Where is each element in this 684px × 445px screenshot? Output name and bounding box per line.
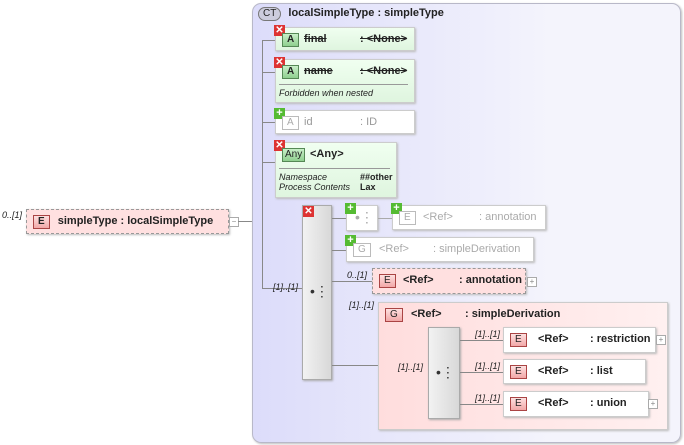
ghost-annotation[interactable]: + E <Ref> : annotation (391, 203, 546, 230)
any-attribute[interactable]: ✕ Any <Any> Namespace ##other Process Co… (274, 140, 397, 198)
group-icon: G (385, 308, 403, 322)
ref-name: <Ref> (423, 211, 453, 223)
root-element-simpleType[interactable]: E simpleType : localSimpleType (26, 209, 229, 234)
connector (332, 218, 346, 219)
element-icon: E (33, 215, 50, 229)
connector (332, 281, 372, 282)
annotation-occurrence: 0..[1] (347, 270, 368, 280)
expand-button[interactable]: + (656, 335, 666, 345)
attribute-type: : <None> (360, 65, 408, 77)
expand-button[interactable]: + (527, 277, 537, 287)
connector (378, 218, 392, 219)
collapse-button[interactable]: − (229, 217, 239, 227)
ref-type: : simpleDerivation (433, 243, 521, 255)
element-icon: E (379, 274, 396, 288)
root-type: : localSimpleType (120, 215, 214, 227)
complex-type-title: localSimpleType : simpleType (288, 7, 444, 19)
attribute-icon: A (282, 65, 300, 79)
ref-type: : list (590, 365, 613, 377)
expand-button[interactable]: + (648, 399, 658, 409)
connector (332, 365, 378, 366)
ref-name: <Ref> (538, 333, 569, 345)
child-occurrence: [1]..[1] (475, 329, 501, 339)
sequence-icon: •⋮ (310, 283, 329, 299)
attribute-name: final (304, 33, 327, 45)
any-icon: Any (282, 148, 306, 162)
connector (460, 404, 503, 405)
sequence-compositor[interactable]: ✕ •⋮ (302, 205, 332, 380)
ref-type: : restriction (590, 333, 651, 345)
ghost-simpleDerivation[interactable]: + G <Ref> : simpleDerivation (345, 235, 534, 262)
prop-value: Lax (360, 182, 376, 192)
complex-type-header: CT localSimpleType : simpleType (258, 7, 444, 21)
attribute-name-box[interactable]: ✕ A name : <None> Forbidden when nested (274, 57, 415, 103)
ghost-sequence[interactable]: + •⋮ (345, 203, 378, 231)
attribute-id[interactable]: + A id : ID (274, 108, 415, 134)
attribute-type: : <None> (360, 33, 408, 45)
choice-compositor[interactable]: •⋮ (428, 327, 460, 419)
tree-line (262, 40, 263, 288)
sequence-occurrence: [1]..[1] (273, 282, 299, 292)
child-occurrence: [1]..[1] (475, 393, 501, 403)
connector (460, 340, 503, 341)
divider (279, 84, 408, 85)
element-union[interactable]: E <Ref> : union (503, 391, 649, 417)
prop-label: Namespace (279, 172, 328, 182)
attribute-type: : ID (360, 116, 378, 128)
attribute-note: Forbidden when nested (279, 88, 374, 98)
child-occurrence: [1]..[1] (475, 361, 501, 371)
complex-type-icon: CT (258, 7, 282, 21)
connector (262, 40, 275, 41)
ref-name: <Ref> (411, 308, 442, 320)
element-icon: E (510, 333, 527, 347)
divider (279, 168, 390, 169)
attribute-icon: A (282, 33, 300, 47)
prohibited-icon: ✕ (303, 206, 314, 217)
connector (262, 122, 275, 123)
element-icon: E (510, 397, 527, 411)
sequence-icon: •⋮ (355, 209, 374, 225)
attribute-name: name (304, 65, 333, 77)
any-name: <Any> (310, 148, 344, 160)
ref-type: : simpleDerivation (465, 308, 561, 320)
group-icon: G (353, 243, 371, 257)
element-list[interactable]: E <Ref> : list (503, 359, 646, 384)
connector (262, 162, 275, 163)
ref-type: : annotation (479, 211, 537, 223)
element-icon: E (399, 211, 416, 225)
connector (332, 250, 346, 251)
attribute-name: id (304, 116, 313, 128)
root-name: simpleType (57, 215, 118, 227)
element-icon: E (510, 365, 527, 379)
root-occurrence: 0..[1] (2, 210, 23, 220)
ref-name: <Ref> (379, 243, 409, 255)
ref-type: : annotation (459, 274, 522, 286)
connector (238, 221, 252, 222)
prop-label: Process Contents (279, 182, 351, 192)
choice-occurrence: [1]..[1] (398, 362, 424, 372)
attribute-icon: A (282, 116, 299, 130)
connector (460, 372, 503, 373)
element-annotation[interactable]: E <Ref> : annotation (372, 268, 526, 294)
prop-value: ##other (360, 172, 393, 182)
connector (262, 72, 275, 73)
ref-type: : union (590, 397, 627, 409)
ref-name: <Ref> (538, 365, 569, 377)
element-restriction[interactable]: E <Ref> : restriction (503, 327, 656, 353)
choice-icon: •⋮ (436, 364, 455, 380)
ref-name: <Ref> (403, 274, 434, 286)
group-occurrence: [1]..[1] (349, 300, 375, 310)
attribute-final[interactable]: ✕ A final : <None> (274, 25, 415, 51)
ref-name: <Ref> (538, 397, 569, 409)
